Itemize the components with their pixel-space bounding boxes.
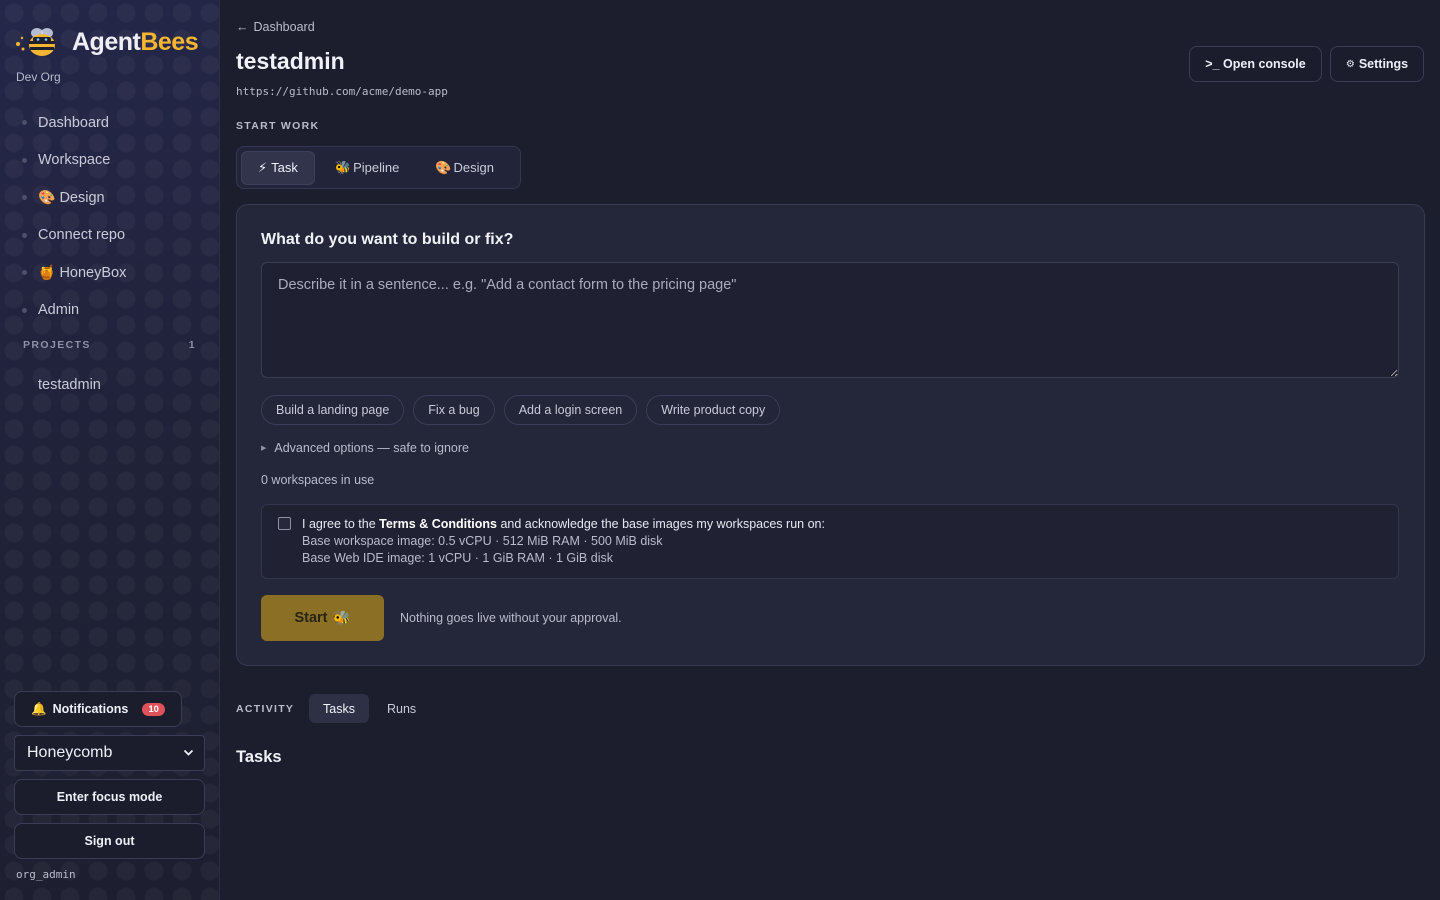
sidebar-item-honeybox[interactable]: 🍯 HoneyBox <box>22 254 202 292</box>
back-to-dashboard-link[interactable]: ← Dashboard <box>236 20 315 34</box>
focus-mode-button[interactable]: Enter focus mode <box>14 779 205 815</box>
sidebar-item-label: HoneyBox <box>59 264 127 281</box>
notifications-label: Notifications <box>52 702 129 716</box>
project-label: testadmin <box>38 376 101 393</box>
sidebar-item-label: Dashboard <box>38 114 109 131</box>
tasks-section-title: Tasks <box>236 748 282 766</box>
arrow-left-icon: ← <box>236 20 249 34</box>
start-button[interactable]: Start 🐝 <box>261 595 384 641</box>
terms-text: I agree to the Terms & Conditions and ac… <box>302 516 825 567</box>
bullet-icon <box>22 120 27 126</box>
ide-image-spec: Base Web IDE image: 1 vCPU · 1 GiB RAM ·… <box>302 551 613 565</box>
open-console-button[interactable]: >_ Open console <box>1189 46 1322 82</box>
sidebar-item-design[interactable]: 🎨 Design <box>22 179 202 217</box>
page-title: testadmin <box>236 48 345 74</box>
workspaces-in-use: 0 workspaces in use <box>261 473 375 487</box>
bullet-icon <box>22 382 27 387</box>
projects-list: testadmin <box>22 366 101 404</box>
back-link-label: Dashboard <box>253 20 315 34</box>
terms-suffix: and acknowledge the base images my works… <box>496 517 825 531</box>
gear-icon: ⚙ <box>1345 58 1355 70</box>
settings-label: Settings <box>1358 57 1409 71</box>
work-mode-tabs: ⚡ Task 🐝 Pipeline 🎨 Design <box>236 146 521 189</box>
tab-design[interactable]: 🎨 Design <box>419 151 510 185</box>
terms-prefix: I agree to the <box>302 517 380 531</box>
projects-count: 1 <box>188 339 196 351</box>
theme-select[interactable]: Honeycomb <box>14 735 205 771</box>
app-root: AgentBees Dev Org Dashboard Workspace 🎨 … <box>0 0 1440 900</box>
bullet-icon <box>22 157 27 163</box>
terms-checkbox[interactable] <box>278 517 291 530</box>
terms-link[interactable]: Terms & Conditions <box>379 517 497 531</box>
workspace-image-spec: Base workspace image: 0.5 vCPU · 512 MiB… <box>302 534 663 548</box>
bell-icon: 🔔 <box>31 701 47 716</box>
settings-button[interactable]: ⚙ Settings <box>1330 46 1424 82</box>
brand-name: AgentBees <box>72 27 199 57</box>
sidebar: AgentBees Dev Org Dashboard Workspace 🎨 … <box>0 0 220 900</box>
suggestion-chips: Build a landing page Fix a bug Add a log… <box>261 395 781 425</box>
tab-pipeline[interactable]: 🐝 Pipeline <box>319 151 415 185</box>
theme-select-value: Honeycomb <box>27 744 113 761</box>
activity-heading: ACTIVITY <box>236 703 295 715</box>
bullet-icon <box>22 307 27 313</box>
sidebar-item-dashboard[interactable]: Dashboard <box>22 104 202 142</box>
bee-icon: 🐝 <box>332 610 351 627</box>
bullet-icon <box>22 195 27 201</box>
projects-header: PROJECTS 1 <box>23 339 196 351</box>
palette-icon: 🎨 <box>435 159 452 175</box>
project-item-testadmin[interactable]: testadmin <box>22 366 101 404</box>
main-content: ← Dashboard testadmin https://github.com… <box>220 0 1440 900</box>
brand-name-part2: Bees <box>140 27 199 56</box>
sign-out-button[interactable]: Sign out <box>14 823 205 859</box>
suggestion-chip[interactable]: Fix a bug <box>413 395 495 425</box>
suggestion-chip[interactable]: Add a login screen <box>503 395 638 425</box>
start-note: Nothing goes live without your approval. <box>400 611 622 625</box>
start-label: Start <box>294 610 328 626</box>
task-card-title: What do you want to build or fix? <box>261 231 514 248</box>
notifications-count-badge: 10 <box>142 702 165 716</box>
lightning-icon: ⚡ <box>258 159 268 175</box>
sidebar-item-workspace[interactable]: Workspace <box>22 142 202 180</box>
brand[interactable]: AgentBees <box>14 24 199 60</box>
chevron-down-icon <box>183 749 194 756</box>
sidebar-item-label: Design <box>59 189 105 206</box>
suggestion-chip[interactable]: Build a landing page <box>261 395 405 425</box>
sidebar-nav: Dashboard Workspace 🎨 Design Connect rep… <box>22 104 202 329</box>
tab-label: Design <box>453 160 494 175</box>
caret-right-icon: ▶ <box>261 445 267 452</box>
honey-pot-icon: 🍯 <box>38 264 56 281</box>
tab-label: Pipeline <box>353 160 400 175</box>
tab-task[interactable]: ⚡ Task <box>241 150 315 185</box>
tab-label: Task <box>271 160 298 175</box>
projects-heading: PROJECTS <box>23 339 91 351</box>
brand-name-part1: Agent <box>72 27 141 56</box>
sidebar-item-label: Admin <box>38 302 80 319</box>
task-prompt-input[interactable] <box>261 262 1399 378</box>
sidebar-item-connect-repo[interactable]: Connect repo <box>22 217 202 255</box>
bee-logo-icon <box>16 28 55 56</box>
advanced-options-toggle[interactable]: ▶ Advanced options — safe to ignore <box>261 441 469 455</box>
repo-url: https://github.com/acme/demo-app <box>236 85 448 98</box>
tab-tasks[interactable]: Tasks <box>309 694 369 723</box>
bee-icon: 🐝 <box>334 159 352 175</box>
sidebar-item-label: Connect repo <box>38 227 126 244</box>
palette-icon: 🎨 <box>38 189 56 206</box>
current-user: org_admin <box>16 868 76 881</box>
task-card: What do you want to build or fix? Build … <box>236 204 1425 666</box>
bullet-icon <box>22 232 27 238</box>
suggestion-chip[interactable]: Write product copy <box>646 395 781 425</box>
advanced-options-label: Advanced options — safe to ignore <box>274 441 469 455</box>
org-name: Dev Org <box>16 70 61 84</box>
sidebar-item-admin[interactable]: Admin <box>22 292 202 330</box>
terms-agreement: I agree to the Terms & Conditions and ac… <box>261 504 1399 579</box>
tab-runs[interactable]: Runs <box>373 694 430 723</box>
notifications-button[interactable]: 🔔 Notifications 10 <box>14 691 182 727</box>
sidebar-item-label: Workspace <box>38 152 111 169</box>
bullet-icon <box>22 270 27 276</box>
start-work-heading: START WORK <box>236 120 320 132</box>
